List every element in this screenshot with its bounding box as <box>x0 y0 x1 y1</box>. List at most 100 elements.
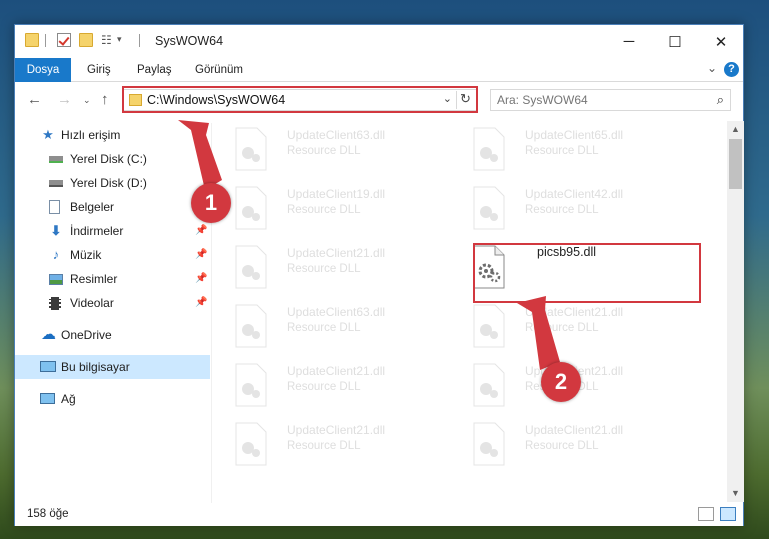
list-item[interactable]: UpdateClient63.dll Resource DLL <box>217 121 447 177</box>
step-2-badge: 2 <box>541 362 581 402</box>
explorer-window: ☷ ▾ SysWOW64 ─ ☐ ✕ Dosya Giriş Paylaş Gö… <box>14 24 744 526</box>
chevron-down-icon[interactable]: ⌄ <box>443 92 452 105</box>
file-type: Resource DLL <box>287 440 361 452</box>
list-item[interactable]: UpdateClient65.dll Resource DLL <box>455 121 685 177</box>
scroll-down-icon[interactable]: ▼ <box>727 485 744 502</box>
sidebar-item-label: Belgeler <box>70 200 115 214</box>
address-bar[interactable]: C:\Windows\SysWOW64 ⌄ ↻ <box>122 89 477 111</box>
large-icons-view-icon[interactable] <box>720 507 736 521</box>
search-icon[interactable]: ⌕ <box>717 92 724 108</box>
search-input[interactable] <box>497 93 697 107</box>
sidebar-item-onedrive[interactable]: ☁ OneDrive <box>15 323 210 347</box>
back-arrow-icon[interactable]: ← <box>27 91 42 108</box>
dll-file-icon <box>235 363 267 407</box>
sidebar-item-muzik[interactable]: ♪ Müzik 📌 <box>15 243 210 267</box>
dll-file-icon <box>235 422 267 466</box>
pin-icon[interactable]: 📌 <box>195 267 207 291</box>
computer-icon <box>40 361 56 372</box>
dll-file-icon <box>473 186 505 230</box>
tab-dosya[interactable]: Dosya <box>15 58 71 82</box>
sidebar-item-disk-c[interactable]: Yerel Disk (C:) <box>15 147 210 171</box>
list-item[interactable]: UpdateClient21.dll Resource DLL <box>217 357 447 413</box>
list-item[interactable]: UpdateClient21.dll Resource DLL <box>455 416 685 472</box>
sidebar-item-label: OneDrive <box>61 328 112 342</box>
title-bar: ☷ ▾ SysWOW64 ─ ☐ ✕ <box>15 25 743 58</box>
address-path[interactable]: C:\Windows\SysWOW64 <box>147 93 285 107</box>
tab-gorunum[interactable]: Görünüm <box>183 58 255 82</box>
help-icon[interactable]: ? <box>724 62 739 77</box>
drive-icon <box>49 180 63 187</box>
search-box[interactable]: ⌕ <box>490 89 731 111</box>
dll-file-icon <box>473 127 505 171</box>
vertical-scrollbar[interactable]: ▲ ▼ <box>727 121 744 502</box>
list-item[interactable]: UpdateClient21.dll Resource DLL <box>455 298 685 354</box>
list-item[interactable]: UpdateClient63.dll Resource DLL <box>217 298 447 354</box>
divider <box>45 34 46 47</box>
file-name: UpdateClient65.dll <box>525 128 624 142</box>
divider <box>139 34 140 47</box>
customize-toolbar-icon[interactable]: ☷ <box>101 33 115 47</box>
sidebar-item-resimler[interactable]: Resimler 📌 <box>15 267 210 291</box>
file-name: picsb95.dll <box>537 245 597 259</box>
window-title: SysWOW64 <box>155 34 224 48</box>
tab-giris[interactable]: Giriş <box>75 58 123 82</box>
download-icon: ⬇ <box>50 223 62 238</box>
sidebar-item-this-pc[interactable]: Bu bilgisayar <box>15 355 210 379</box>
sidebar-item-label: Resimler <box>70 272 118 286</box>
maximize-button[interactable]: ☐ <box>652 25 698 58</box>
list-item[interactable]: UpdateClient21.dll Resource DLL <box>217 239 447 295</box>
list-item-picsb95[interactable]: picsb95.dll <box>455 239 685 295</box>
tab-paylas[interactable]: Paylaş <box>125 58 184 82</box>
close-button[interactable]: ✕ <box>698 25 744 58</box>
dll-file-icon <box>473 422 505 466</box>
navigation-bar: ← → ⌄ ↑ C:\Windows\SysWOW64 ⌄ ↻ ⌕ <box>15 82 743 118</box>
dll-file-icon <box>235 304 267 348</box>
file-type: Resource DLL <box>287 204 361 216</box>
pin-icon[interactable]: 📌 <box>195 219 207 243</box>
list-item[interactable]: UpdateClient19.dll Resource DLL <box>217 180 447 236</box>
folder-icon <box>129 94 142 106</box>
chevron-down-icon[interactable]: ▾ <box>117 34 122 45</box>
sidebar-item-network[interactable]: Ağ <box>15 387 210 411</box>
file-type: Resource DLL <box>287 381 361 393</box>
sidebar-item-label: Bu bilgisayar <box>61 360 130 374</box>
file-type: Resource DLL <box>525 145 599 157</box>
file-name: UpdateClient63.dll <box>287 305 386 319</box>
pin-icon[interactable]: 📌 <box>195 243 207 267</box>
details-view-icon[interactable] <box>698 507 714 521</box>
sidebar-item-indirmeler[interactable]: ⬇ İndirmeler 📌 <box>15 219 210 243</box>
sidebar-item-label: Videolar <box>70 296 114 310</box>
forward-arrow-icon[interactable]: → <box>57 91 72 108</box>
properties-icon[interactable] <box>57 33 71 47</box>
sidebar-item-videolar[interactable]: Videolar 📌 <box>15 291 210 315</box>
recent-locations-icon[interactable]: ⌄ <box>83 95 91 106</box>
minimize-button[interactable]: ─ <box>606 25 652 58</box>
expand-ribbon-icon[interactable]: ⌄ <box>707 61 717 75</box>
scroll-thumb[interactable] <box>729 139 742 189</box>
dll-file-icon <box>473 245 505 289</box>
sidebar-item-quick-access[interactable]: ★ Hızlı erişim <box>15 123 210 147</box>
scroll-up-icon[interactable]: ▲ <box>727 121 744 138</box>
sidebar-item-label: Yerel Disk (D:) <box>70 176 147 190</box>
folder-icon <box>25 33 39 47</box>
pin-icon[interactable]: 📌 <box>195 291 207 315</box>
navigation-pane: ★ Hızlı erişim Yerel Disk (C:) Yerel Dis… <box>15 123 210 503</box>
file-name: UpdateClient21.dll <box>287 423 386 437</box>
up-arrow-icon[interactable]: ↑ <box>101 91 109 108</box>
sidebar-item-disk-d[interactable]: Yerel Disk (D:) <box>15 171 210 195</box>
file-name: UpdateClient19.dll <box>287 187 386 201</box>
list-item[interactable]: UpdateClient21.dll Resource DLL <box>217 416 447 472</box>
refresh-icon[interactable]: ↻ <box>456 91 474 109</box>
item-count: 158 öğe <box>27 508 69 520</box>
drive-icon <box>49 156 63 163</box>
file-type: Resource DLL <box>287 145 361 157</box>
sidebar-item-belgeler[interactable]: Belgeler 📌 <box>15 195 210 219</box>
new-folder-icon[interactable] <box>79 33 93 47</box>
sidebar-item-label: Ağ <box>61 392 76 406</box>
pane-divider[interactable] <box>211 123 212 503</box>
file-name: UpdateClient21.dll <box>287 246 386 260</box>
file-type: Resource DLL <box>287 263 361 275</box>
pictures-icon <box>49 274 63 285</box>
list-item[interactable]: UpdateClient42.dll Resource DLL <box>455 180 685 236</box>
sidebar-item-label: İndirmeler <box>70 224 124 238</box>
